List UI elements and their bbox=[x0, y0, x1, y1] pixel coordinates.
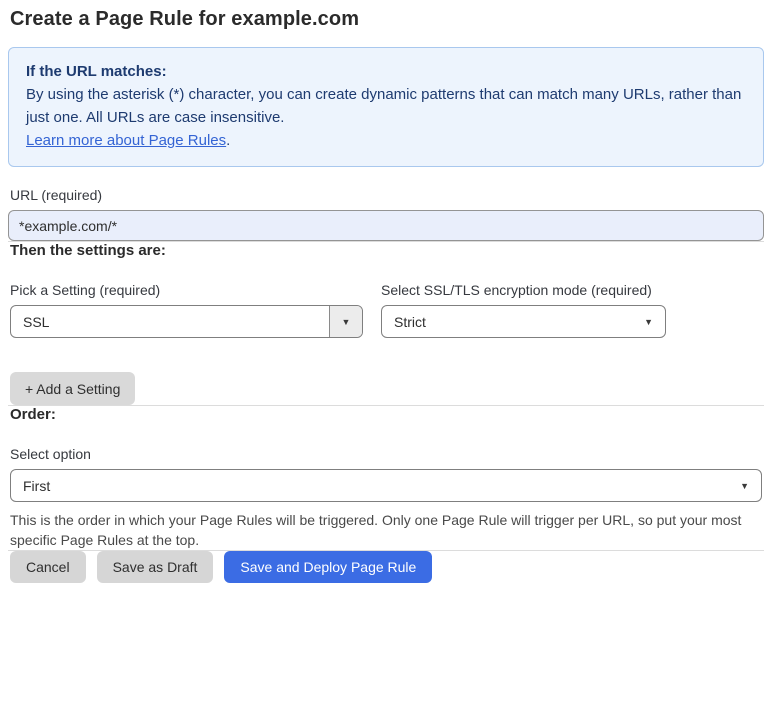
link-suffix: . bbox=[226, 132, 231, 149]
order-select-value: First bbox=[23, 477, 51, 494]
chevron-down-icon: ▼ bbox=[740, 480, 749, 491]
save-draft-button[interactable]: Save as Draft bbox=[96, 551, 214, 583]
pick-setting-label: Pick a Setting (required) bbox=[10, 282, 161, 298]
url-match-info-box: If the URL matches: By using the asteris… bbox=[8, 47, 764, 167]
save-deploy-button[interactable]: Save and Deploy Page Rule bbox=[224, 551, 433, 583]
ssl-mode-select[interactable]: Strict ▼ bbox=[381, 305, 666, 338]
settings-row: Pick a Setting (required) SSL ▼ Select S… bbox=[10, 282, 762, 338]
ssl-mode-value: Strict bbox=[394, 313, 426, 330]
pick-setting-dropdown-button[interactable]: ▼ bbox=[329, 306, 362, 337]
info-box-heading: If the URL matches: bbox=[26, 63, 167, 80]
settings-section-heading: Then the settings are: bbox=[10, 242, 166, 259]
add-setting-button[interactable]: + Add a Setting bbox=[10, 372, 136, 405]
pick-setting-select[interactable]: SSL ▼ bbox=[10, 305, 363, 338]
cancel-button[interactable]: Cancel bbox=[10, 551, 86, 583]
chevron-down-icon: ▼ bbox=[341, 316, 351, 327]
order-section-heading: Order: bbox=[10, 406, 56, 423]
url-field-label: URL (required) bbox=[10, 187, 103, 203]
learn-more-link[interactable]: Learn more about Page Rules bbox=[26, 132, 226, 149]
pick-setting-column: Pick a Setting (required) SSL ▼ bbox=[10, 282, 363, 338]
ssl-mode-label: Select SSL/TLS encryption mode (required… bbox=[381, 282, 652, 298]
order-select-label: Select option bbox=[10, 446, 91, 462]
chevron-down-icon: ▼ bbox=[644, 316, 653, 327]
url-input[interactable] bbox=[8, 210, 764, 241]
info-box-link-line: Learn more about Page Rules. bbox=[26, 129, 746, 152]
info-box-body: By using the asterisk (*) character, you… bbox=[26, 86, 742, 126]
ssl-mode-column: Select SSL/TLS encryption mode (required… bbox=[381, 282, 666, 338]
pick-setting-value: SSL bbox=[23, 313, 50, 330]
order-select[interactable]: First ▼ bbox=[10, 469, 762, 502]
page-title: Create a Page Rule for example.com bbox=[10, 8, 360, 30]
create-page-rule-form: Create a Page Rule for example.com If th… bbox=[0, 0, 772, 597]
order-help-text: This is the order in which your Page Rul… bbox=[10, 512, 742, 548]
form-actions: Cancel Save as Draft Save and Deploy Pag… bbox=[10, 551, 762, 583]
